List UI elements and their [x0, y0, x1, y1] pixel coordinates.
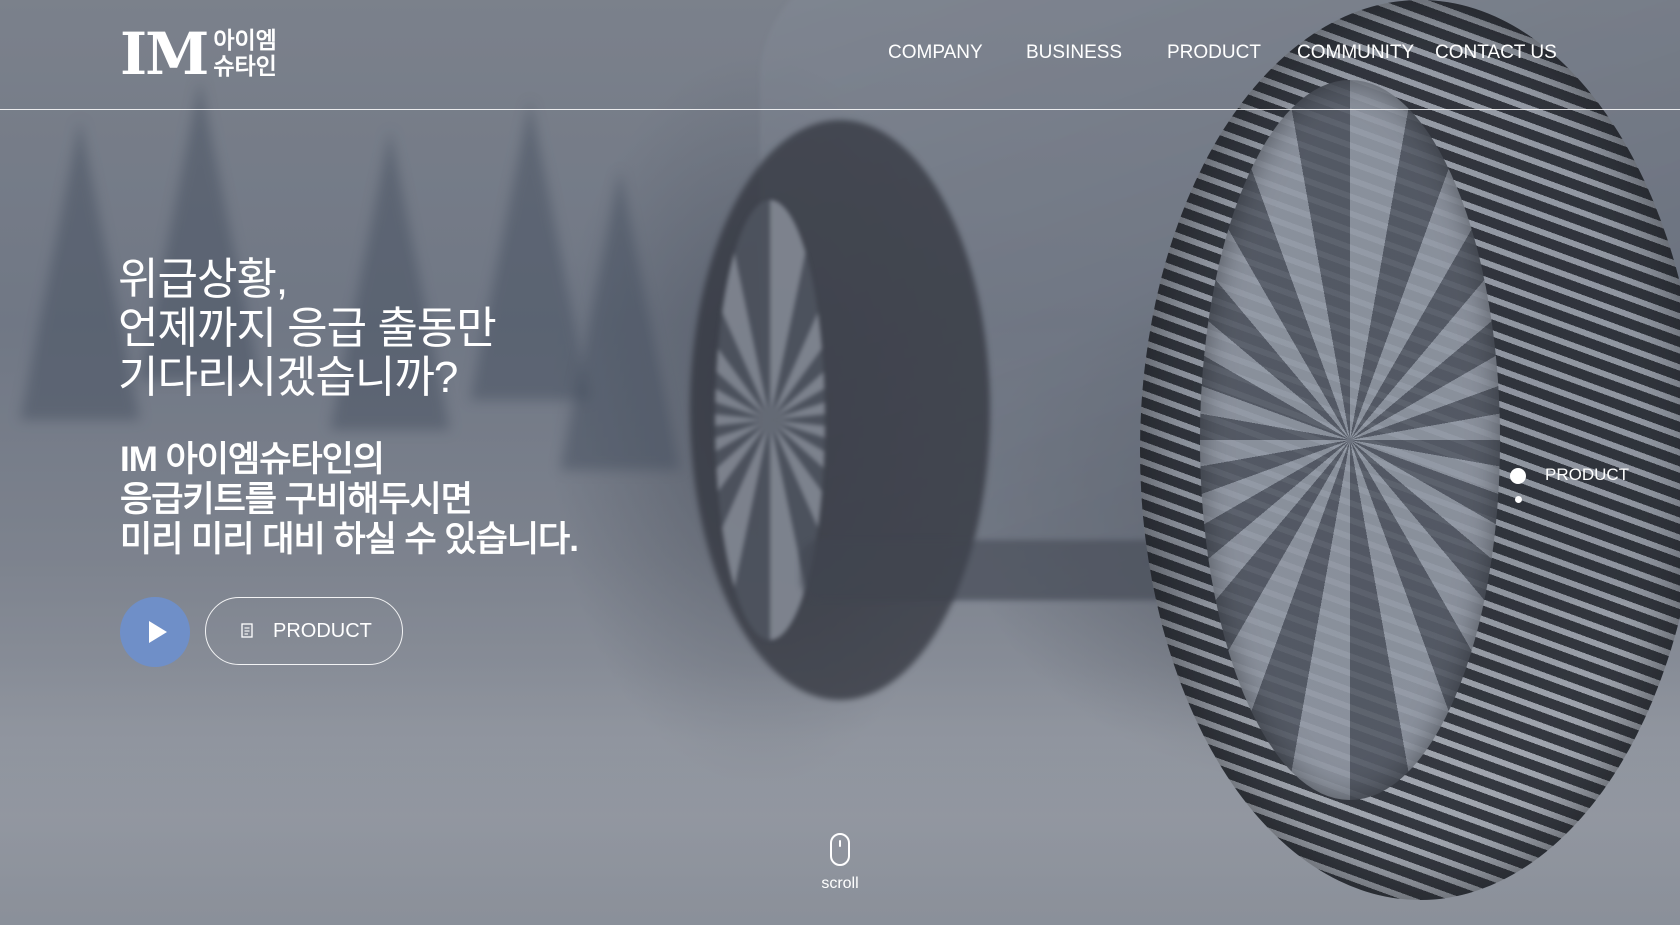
scroll-indicator[interactable]: scroll	[810, 833, 870, 893]
hero-section: IM 아이엠 슈타인 COMPANY BUSINESS PRODUCT COMM…	[0, 0, 1680, 925]
hero-subline-line: IM 아이엠슈타인의	[120, 440, 385, 479]
hero-headline-line: 위급상황,	[118, 255, 288, 304]
hero-subline: IM 아이엠슈타인의 응급키트를 구비해두시면 미리 미리 대비 하실 수 있습…	[120, 440, 579, 560]
nav-item-contact-us[interactable]: CONTACT US	[1435, 42, 1557, 64]
pager-active-label: PRODUCT	[1545, 465, 1630, 484]
nav-item-business[interactable]: BUSINESS	[1026, 42, 1122, 64]
play-icon	[148, 621, 167, 643]
mouse-icon	[830, 833, 850, 866]
pager-dot[interactable]	[1515, 496, 1522, 503]
hero-headline-line: 기다리시겠습니까?	[118, 353, 458, 402]
pager-dot-active[interactable]	[1510, 468, 1526, 484]
hero-headline-line: 언제까지 응급 출동만	[118, 304, 497, 353]
product-button[interactable]: PRODUCT	[205, 597, 403, 665]
hero-headline: 위급상황, 언제까지 응급 출동만 기다리시겠습니까?	[118, 255, 497, 402]
nav-item-community[interactable]: COMMUNITY	[1297, 42, 1414, 64]
site-header: IM 아이엠 슈타인 COMPANY BUSINESS PRODUCT COMM…	[0, 0, 1680, 110]
main-nav: COMPANY BUSINESS PRODUCT COMMUNITY CONTA…	[0, 42, 1680, 72]
document-icon	[241, 623, 255, 639]
hero-subline-line: 미리 미리 대비 하실 수 있습니다.	[120, 520, 579, 559]
hero-subline-line: 응급키트를 구비해두시면	[120, 480, 473, 519]
nav-item-company[interactable]: COMPANY	[888, 42, 983, 64]
scroll-label: scroll	[821, 875, 859, 892]
slide-pager: PRODUCT	[1508, 465, 1638, 510]
nav-item-product[interactable]: PRODUCT	[1167, 42, 1261, 64]
product-button-label: PRODUCT	[273, 619, 372, 642]
play-video-button[interactable]	[120, 597, 190, 667]
